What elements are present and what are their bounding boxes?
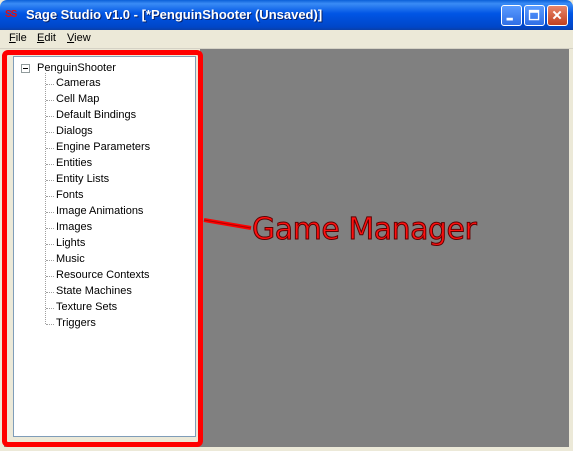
window-title: Sage Studio v1.0 - [*PenguinShooter (Uns… [26,7,323,22]
menu-view[interactable]: View [67,32,91,44]
app-window: SS Sage Studio v1.0 - [*PenguinShooter (… [0,0,573,451]
close-button[interactable] [547,5,568,26]
highlight-box [2,50,203,447]
close-icon [552,10,562,20]
maximize-icon [528,9,540,21]
menu-edit[interactable]: Edit [37,32,56,44]
annotation-label: Game Manager [251,212,477,248]
app-icon: SS [5,9,17,20]
minimize-button[interactable] [501,5,522,26]
menu-bar: File Edit View [0,30,573,49]
annotation-pointer-line [203,218,252,230]
menu-file[interactable]: File [9,32,27,44]
title-bar[interactable]: SS Sage Studio v1.0 - [*PenguinShooter (… [0,0,573,30]
minimize-icon [506,17,513,21]
maximize-button[interactable] [524,5,545,26]
